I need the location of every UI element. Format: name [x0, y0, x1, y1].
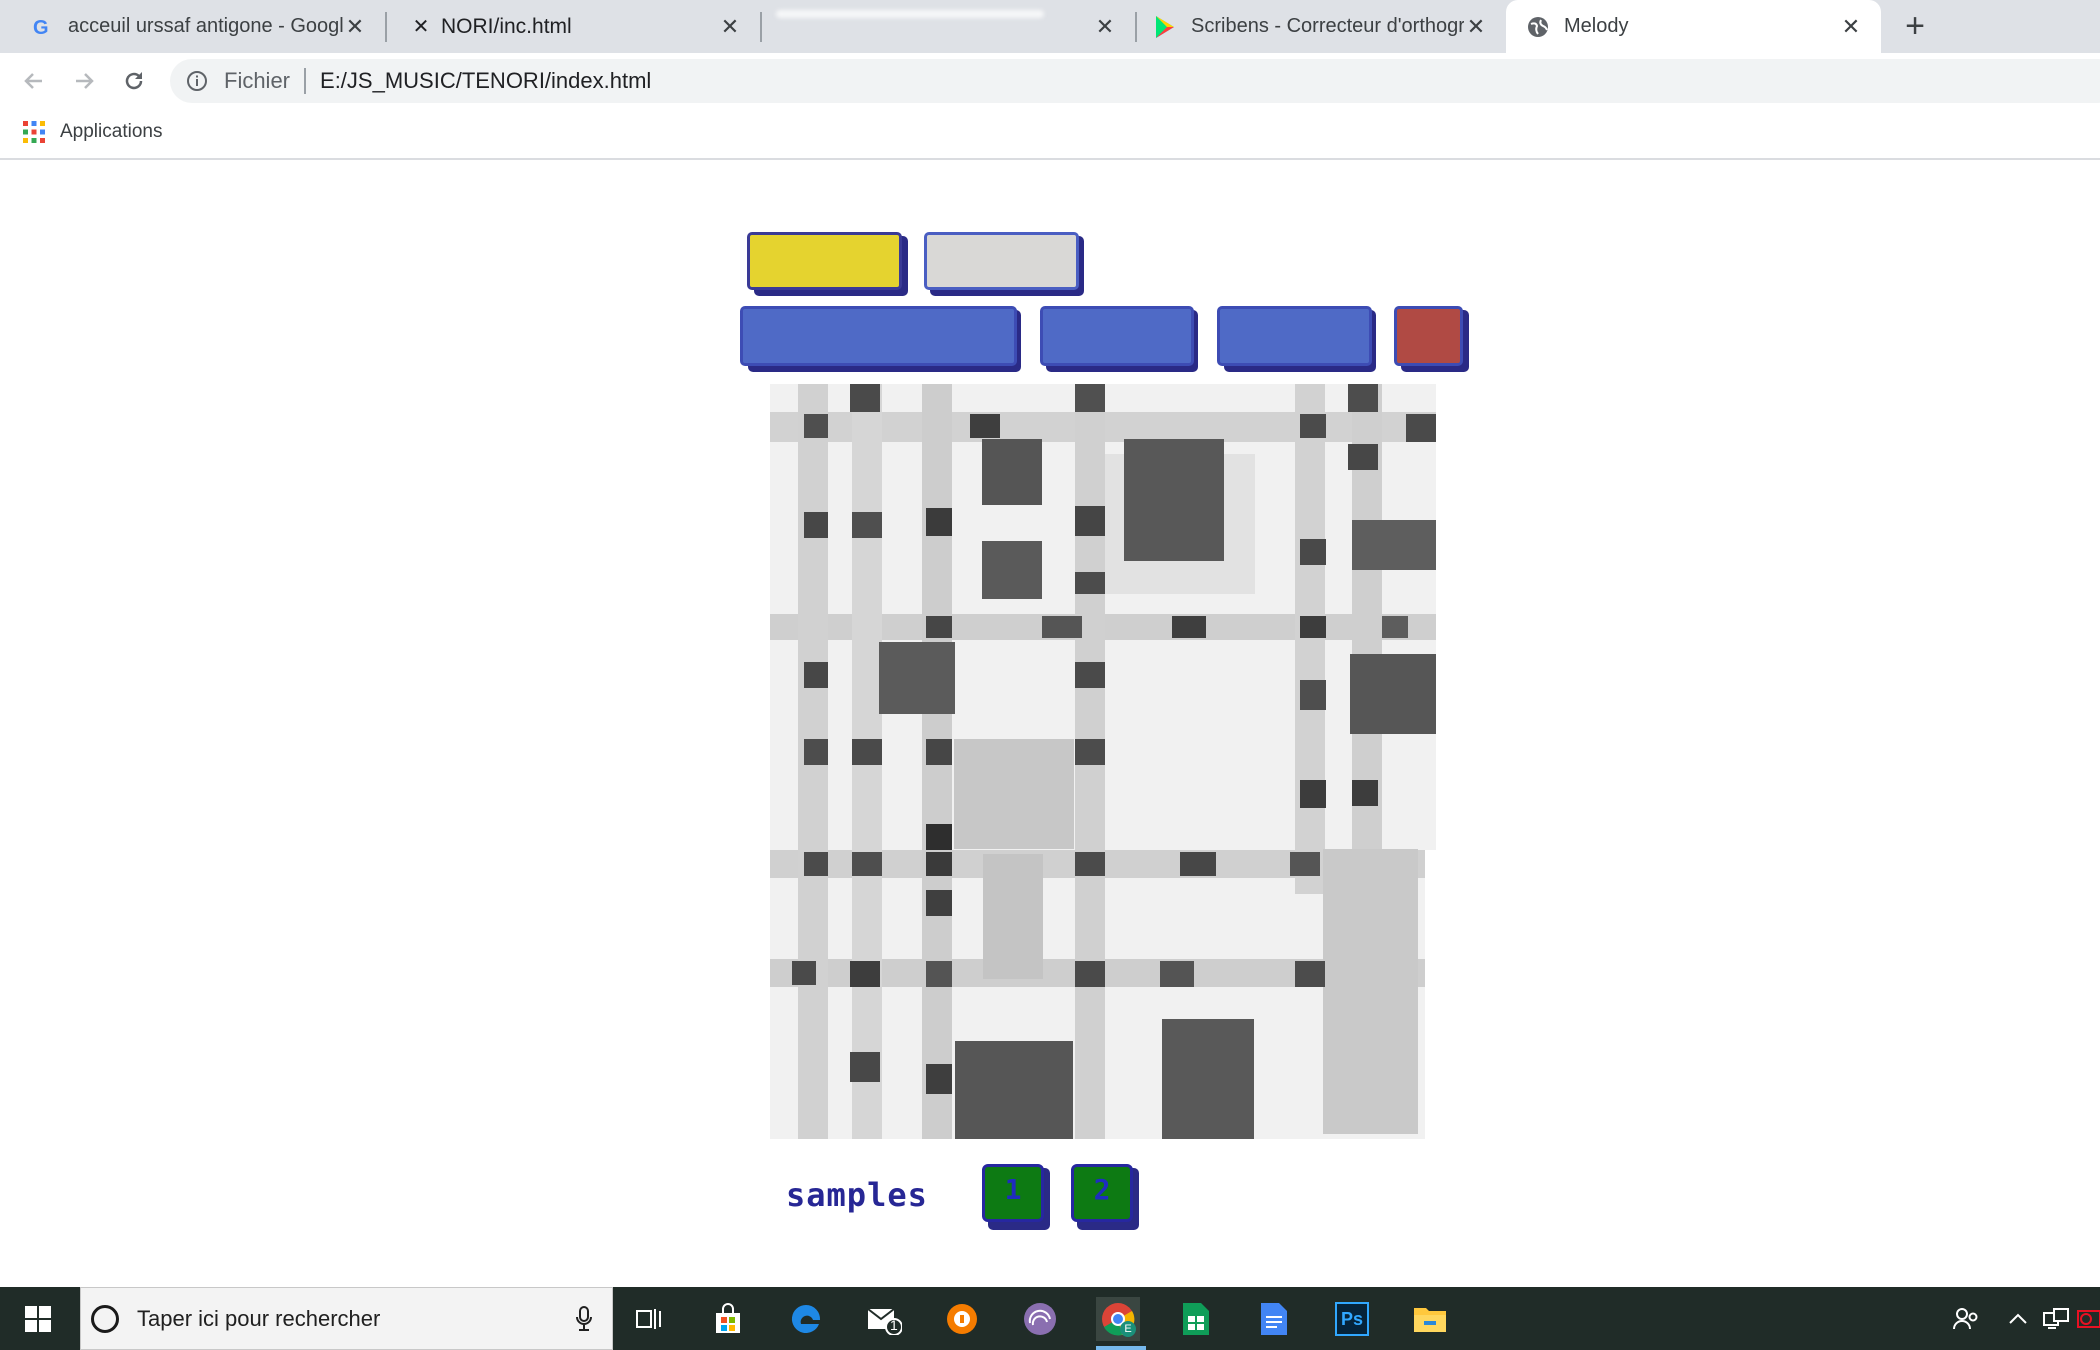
tab-title: Scribens - Correcteur d'orthograp — [1191, 15, 1464, 37]
play-store-icon — [1153, 15, 1177, 39]
url-divider — [304, 68, 307, 94]
microphone-icon — [576, 1305, 592, 1331]
samples-label: samples — [786, 1176, 928, 1214]
reload-button[interactable] — [114, 61, 154, 101]
close-tab-icon[interactable]: ✕ — [343, 14, 367, 39]
windows-taskbar: Taper ici pour rechercher 1 E Ps — [0, 1287, 2100, 1350]
windows-start-icon[interactable] — [16, 1297, 60, 1341]
sample-button-1[interactable]: 1 — [982, 1164, 1044, 1222]
apps-bookmark[interactable]: Applications — [22, 120, 162, 144]
network-icon[interactable] — [2034, 1297, 2078, 1341]
edge-icon[interactable] — [784, 1297, 828, 1341]
tab-title: acceuil urssaf antigone - Google — [68, 15, 343, 37]
tab-melody[interactable]: Melody ✕ — [1506, 0, 1881, 53]
store-icon[interactable] — [706, 1297, 750, 1341]
sample-button-2[interactable]: 2 — [1071, 1164, 1133, 1222]
media-app-icon[interactable] — [1018, 1297, 1062, 1341]
forward-button[interactable] — [64, 61, 104, 101]
tab-google-search[interactable]: G acceuil urssaf antigone - Google ✕ — [0, 0, 385, 53]
google-icon: G — [30, 15, 54, 39]
browser-toolbar: Fichier E:/JS_MUSIC/TENORI/index.html — [0, 53, 2100, 108]
cortana-icon — [91, 1304, 119, 1333]
close-mark-icon: ✕ — [412, 16, 430, 38]
close-tab-icon[interactable]: ✕ — [1464, 14, 1488, 39]
close-tab-icon[interactable]: ✕ — [1093, 14, 1117, 39]
arrow-left-icon — [24, 73, 42, 89]
info-icon[interactable] — [184, 68, 210, 94]
url-text[interactable]: E:/JS_MUSIC/TENORI/index.html — [320, 68, 651, 94]
people-icon[interactable] — [1944, 1297, 1988, 1341]
close-tab-icon[interactable]: ✕ — [1839, 14, 1863, 39]
chrome-icon[interactable]: E — [1096, 1297, 1140, 1341]
blue-button-2[interactable] — [1040, 306, 1194, 366]
sheets-icon[interactable] — [1174, 1297, 1218, 1341]
mail-icon[interactable]: 1 — [862, 1297, 906, 1341]
globe-icon — [1526, 15, 1550, 39]
url-scheme-label: Fichier — [224, 68, 291, 93]
mail-badge: 1 — [890, 1317, 898, 1333]
bookmarks-bar: Applications — [0, 108, 2100, 160]
photoshop-icon[interactable]: Ps — [1330, 1297, 1374, 1341]
close-tab-icon[interactable]: ✕ — [718, 14, 742, 39]
apps-grid-icon — [23, 121, 45, 143]
new-tab-button[interactable]: + — [1889, 9, 1941, 45]
tab-blurred[interactable]: ✕ — [762, 0, 1135, 53]
search-placeholder: Taper ici pour rechercher — [137, 1305, 381, 1331]
blue-button-wide[interactable] — [740, 306, 1017, 366]
tab-nori-inc[interactable]: ✕ NORI/inc.html ✕ — [387, 0, 760, 53]
page-content: samples 1 2 — [0, 162, 2100, 1287]
taskbar-search-box[interactable]: Taper ici pour rechercher — [80, 1287, 613, 1350]
file-explorer-icon[interactable] — [1408, 1297, 1452, 1341]
reload-icon — [125, 72, 143, 90]
battery-icon[interactable] — [2074, 1297, 2100, 1341]
chrome-profile-badge: E — [1120, 1321, 1136, 1337]
docs-icon[interactable] — [1252, 1297, 1296, 1341]
red-button[interactable] — [1394, 306, 1463, 366]
apps-label: Applications — [60, 121, 163, 142]
tab-strip: G acceuil urssaf antigone - Google ✕ ✕ N… — [0, 0, 2100, 53]
active-app-indicator — [1096, 1346, 1146, 1350]
tab-title: NORI/inc.html — [441, 14, 572, 38]
tab-scribens[interactable]: Scribens - Correcteur d'orthograp ✕ — [1137, 0, 1506, 53]
photoshop-label: Ps — [1335, 1302, 1369, 1336]
yellow-button[interactable] — [747, 232, 902, 290]
blurred-title — [776, 10, 1044, 18]
arrow-right-icon — [76, 73, 94, 89]
grey-button[interactable] — [924, 232, 1079, 290]
tab-title: Melody — [1564, 15, 1629, 37]
task-view-icon[interactable] — [628, 1297, 672, 1341]
blue-button-3[interactable] — [1217, 306, 1372, 366]
boogie-woogie-grid-image[interactable] — [770, 384, 1436, 1139]
svg-text:G: G — [33, 17, 49, 38]
vpn-shield-icon[interactable] — [940, 1297, 984, 1341]
back-button[interactable] — [14, 61, 54, 101]
address-bar[interactable]: Fichier E:/JS_MUSIC/TENORI/index.html — [170, 59, 2100, 103]
